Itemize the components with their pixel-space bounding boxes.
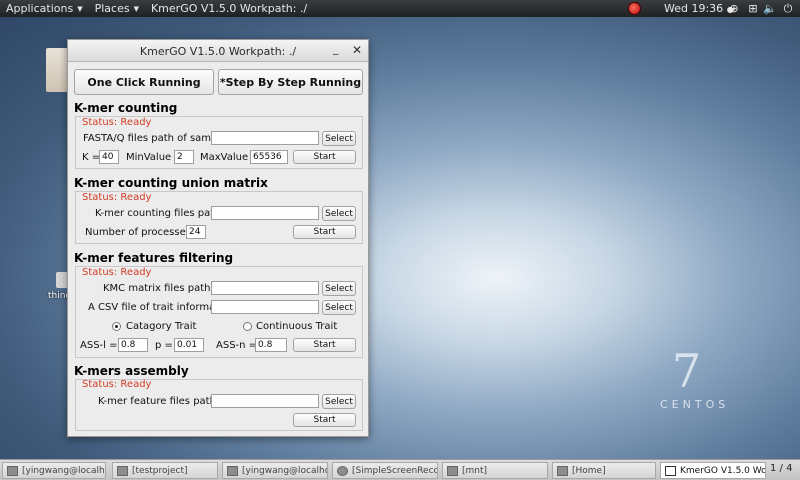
ass-n-label: ASS-n = [216,340,258,351]
fastq-path-label: FASTA/Q files path of samples [83,133,232,144]
one-click-running-button[interactable]: One Click Running [74,69,214,95]
active-app-menu[interactable]: KmerGO V1.5.0 Workpath: ./ [145,0,313,17]
filtering-title: K-mer features filtering [74,251,234,265]
applications-label: Applications [6,2,74,15]
network-icon[interactable]: ⊞ [745,0,761,17]
top-panel: Applications ▼ Places ▼ KmerGO V1.5.0 Wo… [0,0,800,17]
task-terminal-2[interactable]: [yingwang@localhost… [222,462,328,479]
kmc-matrix-path-label: KMC matrix files path [103,283,211,294]
counting-files-path-label: K-mer counting files path [95,208,221,219]
k-label: K = [82,152,101,163]
union-matrix-start-button[interactable]: Start [293,225,356,239]
category-trait-label: Catagory Trait [126,321,197,332]
places-label: Places [94,2,130,15]
terminal-icon [7,465,18,476]
union-matrix-title: K-mer counting union matrix [74,176,268,190]
window-titlebar[interactable]: KmerGO V1.5.0 Workpath: ./ _ ✕ [68,40,368,62]
volume-icon[interactable]: 🔈 [762,0,778,17]
ass-l-label: ASS-l = [80,340,118,351]
folder-icon [557,465,568,476]
category-trait-radio[interactable] [112,322,121,331]
kmer-counting-status: Status: Ready [82,117,152,128]
centos-logo-text: CENTOS [660,398,730,411]
power-icon[interactable]: ⏻ [780,0,796,17]
step-by-step-running-button[interactable]: *Step By Step Running [218,69,363,95]
assembly-title: K-mers assembly [74,364,189,378]
folder-icon [447,465,458,476]
feature-files-path-label: K-mer feature files path [98,396,216,407]
accessibility-icon[interactable]: ⊕ [726,0,742,17]
kmer-counting-start-button[interactable]: Start [293,150,356,164]
centos-logo-number: 7 [672,344,702,398]
assembly-start-button[interactable]: Start [293,413,356,427]
task-screen-recorder[interactable]: [SimpleScreenRecor… [332,462,438,479]
filtering-status: Status: Ready [82,267,152,278]
continuous-trait-radio[interactable] [243,322,252,331]
assembly-status: Status: Ready [82,379,152,390]
window-icon [665,465,676,476]
close-icon[interactable]: ✕ [352,43,362,57]
csv-trait-input[interactable] [211,300,319,314]
recorder-icon [337,465,348,476]
task-terminal-1[interactable]: [yingwang@localhos… [2,462,106,479]
task-testproject[interactable]: [testproject] [112,462,218,479]
applications-menu[interactable]: Applications ▼ [0,0,89,17]
counting-files-path-input[interactable] [211,206,319,220]
union-matrix-status: Status: Ready [82,192,152,203]
feature-files-path-input[interactable] [211,394,319,408]
ass-n-input[interactable] [255,338,287,352]
folder-icon [117,465,128,476]
task-mnt[interactable]: [mnt] [442,462,548,479]
places-menu[interactable]: Places ▼ [89,0,145,17]
record-icon[interactable] [626,0,642,17]
window-title: KmerGO V1.5.0 Workpath: ./ [139,45,297,58]
p-label: p = [155,340,173,351]
task-home[interactable]: [Home] [552,462,656,479]
filtering-start-button[interactable]: Start [293,338,356,352]
csv-trait-select-button[interactable]: Select [322,300,356,315]
chevron-down-icon: ▼ [77,4,83,13]
kmc-matrix-path-input[interactable] [211,281,319,295]
processes-label: Number of processes = [85,227,203,238]
kmc-matrix-select-button[interactable]: Select [322,281,356,296]
k-input[interactable] [99,150,119,164]
min-value-input[interactable] [174,150,194,164]
kmergo-window: KmerGO V1.5.0 Workpath: ./ _ ✕ One Click… [67,39,369,437]
p-input[interactable] [174,338,204,352]
processes-input[interactable] [186,225,206,239]
active-app-label: KmerGO V1.5.0 Workpath: ./ [150,2,308,15]
ass-l-input[interactable] [118,338,148,352]
chevron-down-icon: ▼ [133,4,139,13]
taskbar: [yingwang@localhos… [testproject] [yingw… [0,459,800,480]
max-value-input[interactable] [250,150,288,164]
fastq-select-button[interactable]: Select [322,131,356,146]
clock[interactable]: Wed 19:36 ● [664,2,734,15]
continuous-trait-label: Continuous Trait [256,321,338,332]
desktop-file-icon[interactable] [46,48,68,92]
kmer-counting-title: K-mer counting [74,101,178,115]
workspace-pager[interactable]: 1 / 4 [770,463,792,474]
feature-files-select-button[interactable]: Select [322,394,356,409]
fastq-path-input[interactable] [211,131,319,145]
minimize-icon[interactable]: _ [333,42,339,55]
task-kmergo[interactable]: KmerGO V1.5.0 Wo… [660,462,766,479]
terminal-icon [227,465,238,476]
counting-files-select-button[interactable]: Select [322,206,356,221]
